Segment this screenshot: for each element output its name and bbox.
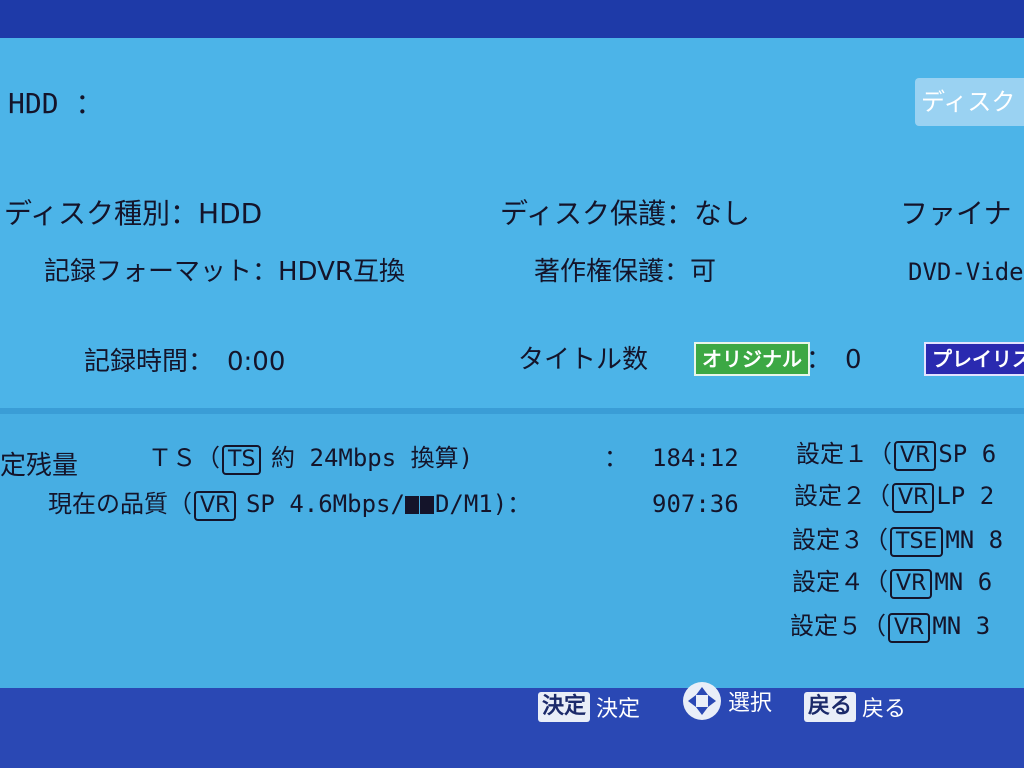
setting-value: LP 2 <box>936 482 995 510</box>
enter-key[interactable]: 決定 <box>538 692 591 722</box>
setting-row-1: 設定１（ VR SP 6 <box>796 438 996 471</box>
setting-value: MN 6 <box>934 568 993 596</box>
dpad-svg <box>683 682 721 720</box>
enter-label: 決定 <box>596 697 641 722</box>
setting-value: MN 3 <box>932 612 991 640</box>
record-format: 記録フォーマット：HDVR互換 <box>44 257 405 287</box>
back-label: 戻る <box>862 697 907 722</box>
quality-suffix: D/M1)： <box>434 490 532 518</box>
quality-row: 現在の品質（ VR SP 4.6Mbps/D/M1)： <box>48 488 531 521</box>
setting-mode-box: VR <box>890 569 933 599</box>
back-hint[interactable]: 戻る 戻る <box>804 690 906 724</box>
setting-mode-box: VR <box>892 483 935 513</box>
original-badge: オリジナル <box>694 342 810 376</box>
quality-rate: SP 4.6Mbps/ <box>245 490 405 518</box>
quality-prefix: 現在の品質（ <box>48 490 192 518</box>
copyright-protect: 著作権保護：可 <box>534 257 717 287</box>
finalize-label: ファイナ <box>900 197 1012 230</box>
disc-type: ディスク種別：HDD <box>4 197 263 230</box>
setting-mode-box: TSE <box>890 527 944 557</box>
setting-value: SP 6 <box>938 440 997 468</box>
tab-disk-label: ディスク <box>921 88 1016 116</box>
ts-remaining-time: 184:12 <box>652 444 739 472</box>
ts-prefix: ＴＳ（ <box>148 444 220 472</box>
title-count-label: タイトル数 <box>518 345 649 375</box>
top-frame <box>0 0 1024 40</box>
ts-row: ＴＳ（ TS 約 24Mbps 換算) <box>148 442 473 475</box>
ts-mode-box: TS <box>222 445 262 475</box>
ts-rate: 約 24Mbps 換算) <box>271 444 474 472</box>
setting-row-2: 設定２（ VR LP 2 <box>794 480 994 513</box>
select-hint[interactable]: 選択 <box>682 681 773 721</box>
dolby-icon <box>404 496 419 514</box>
setting-value: MN 8 <box>945 526 1004 554</box>
section-divider <box>0 408 1024 414</box>
dpad-icon[interactable] <box>682 681 722 721</box>
quality-mode-box: VR <box>194 491 237 521</box>
setting-label: 設定２（ <box>794 482 890 510</box>
remaining-heading: 定残量 <box>0 451 79 481</box>
ts-colon: ： <box>604 444 628 472</box>
setting-row-3: 設定３（ TSE MN 8 <box>792 524 1003 557</box>
dvd-video-label: DVD-Vide <box>908 258 1024 286</box>
enter-hint[interactable]: 決定 決定 <box>538 690 640 724</box>
tab-disk[interactable]: ディスク <box>915 78 1024 126</box>
setting-row-4: 設定４（ VR MN 6 <box>792 566 992 599</box>
setting-label: 設定５（ <box>790 612 886 640</box>
original-count: ： 0 <box>806 345 862 375</box>
playlist-badge: プレイリスト <box>924 342 1024 376</box>
setting-label: 設定４（ <box>792 568 888 596</box>
setting-label: 設定３（ <box>792 526 888 554</box>
media-label: HDD ： <box>8 87 104 120</box>
record-time: 記録時間： 0:00 <box>84 347 286 377</box>
setting-mode-box: VR <box>894 441 937 471</box>
select-label: 選択 <box>728 691 773 716</box>
dolby-icon <box>419 496 434 514</box>
setting-row-5: 設定５（ VR MN 3 <box>790 610 990 643</box>
back-key[interactable]: 戻る <box>804 692 857 722</box>
setting-label: 設定１（ <box>796 440 892 468</box>
disc-protect: ディスク保護：なし <box>500 197 751 230</box>
quality-remaining-time: 907:36 <box>652 490 739 518</box>
setting-mode-box: VR <box>888 613 931 643</box>
